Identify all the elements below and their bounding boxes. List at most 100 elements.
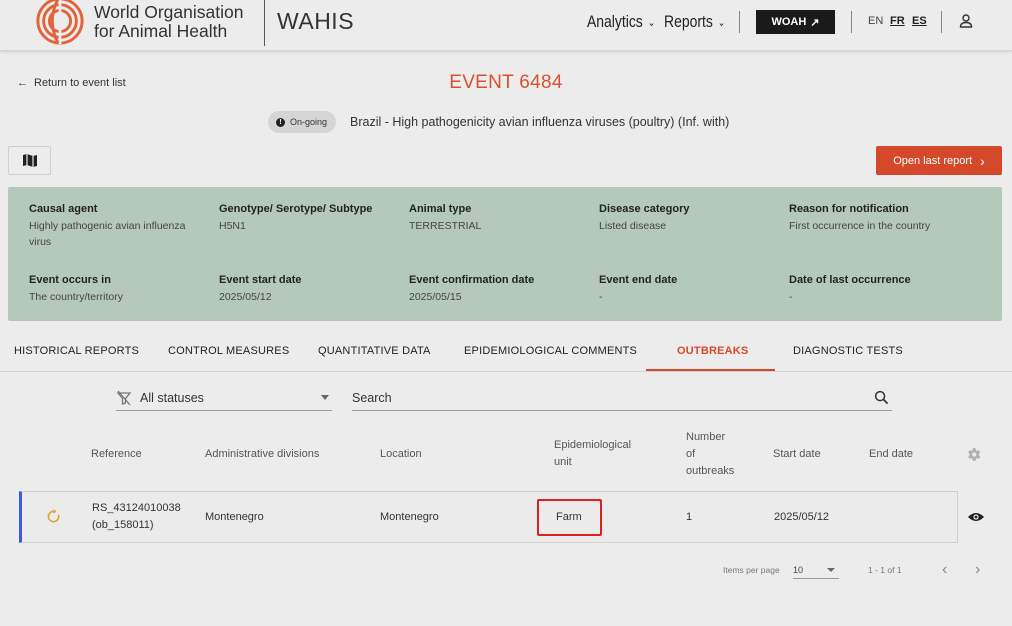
tab-epidemiological-comments[interactable]: EPIDEMIOLOGICAL COMMENTS xyxy=(464,345,637,357)
causal-agent-field: Causal agent Highly pathogenic avian inf… xyxy=(29,203,209,250)
chevron-right-icon: › xyxy=(980,152,985,169)
tab-historical-reports[interactable]: HISTORICAL REPORTS xyxy=(14,345,139,357)
field-label: Event start date xyxy=(219,274,302,286)
filter-off-icon xyxy=(116,390,132,406)
top-navigation-bar: World Organisation for Animal Health WAH… xyxy=(0,0,1012,51)
chevron-down-icon: ⌄ xyxy=(717,16,726,29)
header-line: Epidemiological xyxy=(554,439,632,451)
column-header-end-date[interactable]: End date xyxy=(869,446,913,463)
woah-button-label: WOAH xyxy=(771,16,807,28)
field-value: Listed disease xyxy=(599,220,667,232)
event-subtitle: Brazil - High pathogenicity avian influe… xyxy=(350,115,730,129)
field-value: 2025/05/12 xyxy=(219,291,272,303)
analytics-menu[interactable]: Analytics ⌄ xyxy=(587,12,655,32)
organisation-name[interactable]: World Organisation for Animal Health xyxy=(94,3,243,41)
cell-administrative-divisions: Montenegro xyxy=(205,511,264,523)
gear-icon[interactable] xyxy=(965,446,982,463)
items-per-page-value: 10 xyxy=(793,564,804,575)
organisation-name-line1: World Organisation xyxy=(94,2,244,22)
search-field[interactable] xyxy=(352,385,892,411)
cell-reference[interactable]: RS_43124010038 (ob_158011) xyxy=(92,500,181,534)
disease-category-field: Disease category Listed disease xyxy=(599,203,779,234)
header-divider xyxy=(264,0,265,46)
page-title: EVENT 6484 xyxy=(449,72,563,93)
event-end-date-field: Event end date - xyxy=(599,274,779,305)
header-line: outbreaks xyxy=(686,465,735,477)
field-label: Disease category xyxy=(599,203,690,215)
column-header-start-date[interactable]: Start date xyxy=(773,446,821,463)
field-value: Highly pathogenic avian influenza virus xyxy=(29,220,186,248)
header-line: Number xyxy=(686,431,726,443)
info-icon: ! xyxy=(276,117,285,127)
user-account-icon[interactable] xyxy=(958,13,974,29)
chevron-down-icon: ⌄ xyxy=(647,16,656,29)
column-header-number-of-outbreaks[interactable]: Number of outbreaks xyxy=(686,429,734,480)
field-value: H5N1 xyxy=(219,220,246,232)
nav-separator xyxy=(851,11,852,33)
column-header-epidemiological-unit[interactable]: Epidemiological unit xyxy=(554,437,631,471)
search-input[interactable] xyxy=(352,390,852,405)
tab-diagnostic-tests[interactable]: DIAGNOSTIC TESTS xyxy=(793,345,903,357)
eye-icon xyxy=(968,513,984,521)
event-start-date-field: Event start date 2025/05/12 xyxy=(219,274,399,305)
reference-id: RS_43124010038 xyxy=(92,502,181,514)
open-report-label: Open last report xyxy=(893,154,973,167)
nav-separator xyxy=(941,11,942,33)
field-label: Reason for notification xyxy=(789,203,909,215)
tab-quantitative-data[interactable]: QUANTITATIVE DATA xyxy=(318,345,431,357)
analytics-menu-label: Analytics xyxy=(587,12,643,31)
status-filter-select[interactable]: All statuses xyxy=(116,386,332,411)
field-value: First occurrence in the country xyxy=(789,220,931,232)
header-line: unit xyxy=(554,456,572,468)
language-es[interactable]: ES xyxy=(912,15,927,27)
field-label: Causal agent xyxy=(29,203,98,215)
column-header-administrative-divisions[interactable]: Administrative divisions xyxy=(205,446,319,463)
header-line: of xyxy=(686,448,696,460)
app-name[interactable]: WAHIS xyxy=(277,8,354,35)
field-label: Event end date xyxy=(599,274,678,286)
pagination-range: 1 - 1 of 1 xyxy=(868,565,902,575)
column-header-location[interactable]: Location xyxy=(380,446,422,463)
last-occurrence-field: Date of last occurrence - xyxy=(789,274,989,305)
reports-menu[interactable]: Reports ⌄ xyxy=(664,12,725,32)
next-page-button[interactable]: › xyxy=(975,561,980,579)
woah-external-button[interactable]: WOAH ↗ xyxy=(756,10,835,34)
organisation-name-line2: for Animal Health xyxy=(94,21,228,41)
open-last-report-button[interactable]: Open last report › xyxy=(876,146,1002,175)
reports-menu-label: Reports xyxy=(664,12,713,31)
highlight-box xyxy=(537,499,602,536)
field-value: The country/territory xyxy=(29,291,123,303)
reason-for-notification-field: Reason for notification First occurrence… xyxy=(789,203,989,234)
map-button[interactable] xyxy=(8,146,51,175)
map-icon xyxy=(22,154,37,167)
previous-page-button[interactable]: ‹ xyxy=(942,561,947,579)
event-occurs-field: Event occurs in The country/territory xyxy=(29,274,209,305)
status-filter-value: All statuses xyxy=(140,391,204,405)
tab-outbreaks[interactable]: OUTBREAKS xyxy=(677,345,748,357)
woah-logo-icon[interactable] xyxy=(34,0,86,46)
tab-control-measures[interactable]: CONTROL MEASURES xyxy=(168,345,289,357)
items-per-page-label: Items per page xyxy=(723,565,780,575)
ongoing-status-icon xyxy=(47,509,60,523)
field-label: Genotype/ Serotype/ Subtype xyxy=(219,203,373,215)
view-outbreak-button[interactable] xyxy=(958,491,994,543)
status-badge: ! On-going xyxy=(268,111,337,133)
tabs-divider xyxy=(0,371,1012,372)
dropdown-caret-icon xyxy=(827,568,835,572)
event-summary-panel: Causal agent Highly pathogenic avian inf… xyxy=(8,187,1002,321)
genotype-field: Genotype/ Serotype/ Subtype H5N1 xyxy=(219,203,399,234)
column-header-reference[interactable]: Reference xyxy=(91,446,142,463)
status-badge-label: On-going xyxy=(290,117,328,127)
field-value: TERRESTRIAL xyxy=(409,220,482,232)
cell-start-date: 2025/05/12 xyxy=(774,511,830,523)
external-link-icon: ↗ xyxy=(810,16,820,29)
field-label: Date of last occurrence xyxy=(789,274,911,286)
reference-outbreak-id: (ob_158011) xyxy=(92,519,154,531)
language-en[interactable]: EN xyxy=(868,15,883,27)
event-confirmation-date-field: Event confirmation date 2025/05/15 xyxy=(409,274,589,305)
items-per-page-select[interactable]: 10 xyxy=(793,561,839,579)
dropdown-caret-icon xyxy=(321,395,329,400)
language-fr[interactable]: FR xyxy=(890,15,905,27)
cell-location: Montenegro xyxy=(380,511,439,523)
search-icon[interactable] xyxy=(874,390,889,405)
